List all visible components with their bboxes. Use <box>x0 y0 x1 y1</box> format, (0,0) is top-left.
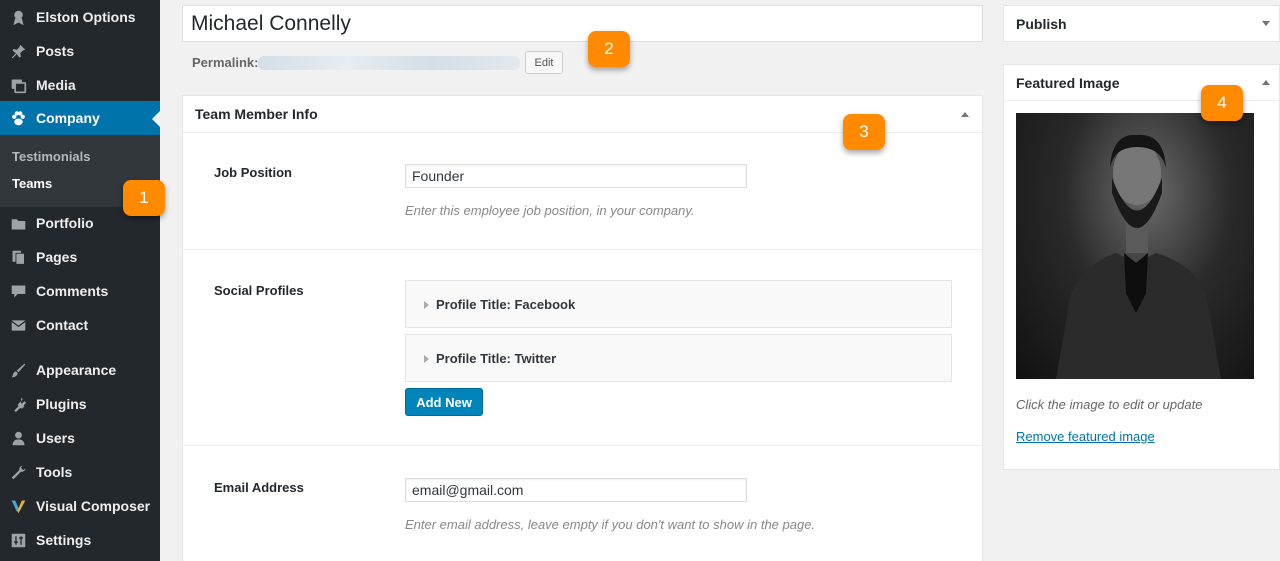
mail-icon <box>0 317 36 334</box>
menu-label: Plugins <box>36 396 87 412</box>
menu-comments[interactable]: Comments <box>0 274 160 308</box>
featured-image-box: Featured Image Click the image to edit o… <box>1003 64 1280 470</box>
featured-image-hint: Click the image to edit or update <box>1016 397 1203 412</box>
job-position-input[interactable] <box>405 164 747 188</box>
active-indicator <box>152 111 160 127</box>
field-divider <box>183 445 982 446</box>
submenu-testimonials[interactable]: Testimonials <box>12 149 91 164</box>
permalink-url[interactable] <box>258 56 520 70</box>
menu-label: Users <box>36 430 75 446</box>
email-address-input[interactable] <box>405 478 747 502</box>
admin-sidebar: Elston Options Posts Media Company Testi… <box>0 0 160 561</box>
expand-triangle-icon <box>424 355 429 363</box>
menu-contact[interactable]: Contact <box>0 308 160 342</box>
comment-icon <box>0 283 36 300</box>
collapse-toggle-icon[interactable] <box>961 112 969 117</box>
social-profiles-label: Social Profiles <box>214 283 304 298</box>
publish-header[interactable]: Publish <box>1004 6 1279 42</box>
folder-icon <box>0 215 36 232</box>
vc-icon <box>0 498 36 515</box>
menu-elston-options[interactable]: Elston Options <box>0 0 160 34</box>
menu-pages[interactable]: Pages <box>0 240 160 274</box>
user-icon <box>0 430 36 447</box>
callout-badge: 3 <box>843 114 885 150</box>
remove-featured-image-link[interactable]: Remove featured image <box>1016 429 1155 444</box>
email-address-description: Enter email address, leave empty if you … <box>405 517 816 532</box>
pin-icon <box>0 43 36 60</box>
featured-image-thumbnail[interactable] <box>1016 113 1254 379</box>
media-icon <box>0 77 36 94</box>
menu-label: Appearance <box>36 362 117 378</box>
menu-label: Tools <box>36 464 73 480</box>
menu-users[interactable]: Users <box>0 421 160 455</box>
menu-label: Pages <box>36 249 78 265</box>
wrench-icon <box>0 464 36 481</box>
paw-icon <box>0 110 36 127</box>
menu-appearance[interactable]: Appearance <box>0 353 160 387</box>
menu-label: Elston Options <box>36 9 136 25</box>
sliders-icon <box>0 532 36 549</box>
plug-icon <box>0 396 36 413</box>
submenu-teams[interactable]: Teams <box>12 176 52 191</box>
email-address-label: Email Address <box>214 480 304 495</box>
job-position-description: Enter this employee job position, in you… <box>405 203 695 218</box>
menu-label: Comments <box>36 283 109 299</box>
expand-toggle-icon[interactable] <box>1262 21 1270 26</box>
featured-image-title: Featured Image <box>1016 74 1120 91</box>
permalink-edit-button[interactable]: Edit <box>525 51 563 74</box>
post-title-input[interactable] <box>182 5 983 42</box>
pages-icon <box>0 249 36 266</box>
team-member-info-box: Team Member Info Job Position Enter this… <box>182 95 983 561</box>
callout-badge: 1 <box>123 180 165 216</box>
callout-badge: 2 <box>588 31 630 67</box>
menu-tools[interactable]: Tools <box>0 455 160 489</box>
menu-label: Media <box>36 77 76 93</box>
profile-title: Profile Title: Facebook <box>436 296 576 312</box>
brush-icon <box>0 362 36 379</box>
profile-title: Profile Title: Twitter <box>436 350 557 366</box>
job-position-label: Job Position <box>214 165 292 180</box>
menu-posts[interactable]: Posts <box>0 34 160 68</box>
profile-row-facebook[interactable]: Profile Title: Facebook <box>405 280 952 328</box>
menu-settings[interactable]: Settings <box>0 523 160 557</box>
profile-row-twitter[interactable]: Profile Title: Twitter <box>405 334 952 382</box>
menu-label: Settings <box>36 532 92 548</box>
publish-box: Publish <box>1003 5 1280 42</box>
menu-plugins[interactable]: Plugins <box>0 387 160 421</box>
add-new-profile-button[interactable]: Add New <box>405 388 483 416</box>
field-divider <box>183 249 982 250</box>
menu-label: Visual Composer <box>36 498 151 514</box>
menu-label: Posts <box>36 43 75 59</box>
award-icon <box>0 9 36 26</box>
expand-triangle-icon <box>424 301 429 309</box>
menu-visual-composer[interactable]: Visual Composer <box>0 489 160 523</box>
menu-label: Contact <box>36 317 89 333</box>
menu-label: Portfolio <box>36 215 94 231</box>
collapse-toggle-icon[interactable] <box>1262 80 1270 85</box>
menu-label: Company <box>36 110 100 126</box>
publish-title: Publish <box>1016 16 1067 32</box>
menu-company[interactable]: Company <box>0 101 160 135</box>
callout-badge: 4 <box>1201 85 1243 121</box>
permalink-label: Permalink: <box>192 55 259 70</box>
metabox-title: Team Member Info <box>195 106 318 122</box>
menu-media[interactable]: Media <box>0 68 160 102</box>
